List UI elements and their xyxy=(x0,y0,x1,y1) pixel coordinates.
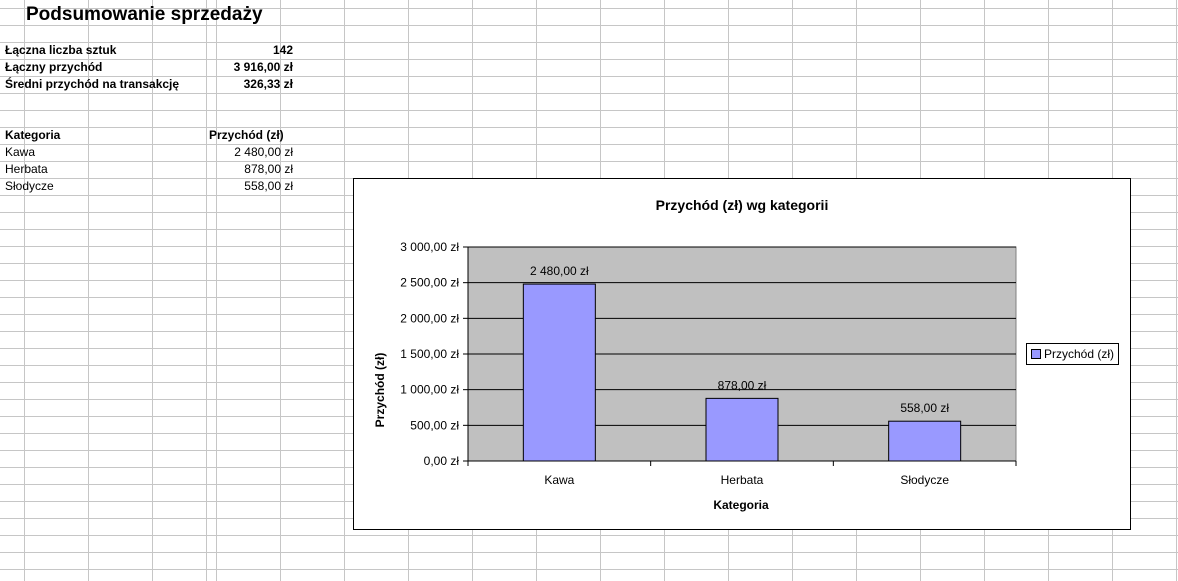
chart-title[interactable]: Przychód (zł) wg kategorii xyxy=(656,197,829,213)
data-label: 558,00 zł xyxy=(900,401,949,415)
summary-label-total-revenue[interactable]: Łączny przychód xyxy=(5,59,102,76)
summary-label-avg-revenue[interactable]: Średni przychód na transakcję xyxy=(5,76,179,93)
x-axis-title[interactable]: Kategoria xyxy=(713,498,769,512)
y-tick-label: 3 000,00 zł xyxy=(400,240,459,254)
table-cell-category[interactable]: Słodycze xyxy=(5,178,54,195)
table-cell-revenue[interactable]: 878,00 zł xyxy=(208,161,293,178)
summary-value-avg-revenue[interactable]: 326,33 zł xyxy=(208,76,293,93)
table-header-revenue[interactable]: Przychód (zł) xyxy=(209,127,284,144)
y-tick-label: 2 500,00 zł xyxy=(400,276,459,290)
table-cell-category[interactable]: Kawa xyxy=(5,144,35,161)
x-tick-label: Kawa xyxy=(544,473,574,487)
x-tick-label: Słodycze xyxy=(900,473,949,487)
chart-canvas: Przychód (zł) wg kategorii 0,00 zł 500,00… xyxy=(373,197,1017,512)
bar xyxy=(888,420,962,462)
data-label: 878,00 zł xyxy=(718,378,767,392)
y-tick-label: 500,00 zł xyxy=(410,418,459,432)
chart-legend[interactable]: Przychód (zł) xyxy=(1026,343,1120,365)
x-tick-label: Herbata xyxy=(721,473,764,487)
summary-value-total-units[interactable]: 142 xyxy=(208,42,293,59)
summary-value-total-revenue[interactable]: 3 916,00 zł xyxy=(208,59,293,76)
column-divider xyxy=(206,0,207,581)
y-tick-label: 1 000,00 zł xyxy=(400,383,459,397)
table-cell-revenue[interactable]: 558,00 zł xyxy=(208,178,293,195)
embedded-chart[interactable]: Przychód (zł) wg kategorii 0,00 zł 500,00… xyxy=(353,178,1131,530)
table-header-category[interactable]: Kategoria xyxy=(5,127,60,144)
y-axis-title[interactable]: Przychód (zł) xyxy=(373,353,387,428)
table-cell-category[interactable]: Herbata xyxy=(5,161,48,178)
data-label: 2 480,00 zł xyxy=(530,264,589,278)
bar xyxy=(705,397,779,462)
summary-label-total-units[interactable]: Łączna liczba sztuk xyxy=(5,42,116,59)
legend-label: Przychód (zł) xyxy=(1044,347,1115,361)
table-cell-revenue[interactable]: 2 480,00 zł xyxy=(208,144,293,161)
sheet-title: Podsumowanie sprzedaży xyxy=(26,4,263,25)
bar xyxy=(522,283,596,462)
legend-swatch xyxy=(1031,348,1041,359)
plot-area[interactable]: 0,00 zł 500,00 zł 1 000,00 zł 1 500,00 zł 2 … xyxy=(400,240,1017,487)
y-tick-label: 0,00 zł xyxy=(424,454,460,468)
y-tick-label: 1 500,00 zł xyxy=(400,347,459,361)
y-tick-label: 2 000,00 zł xyxy=(400,311,459,325)
